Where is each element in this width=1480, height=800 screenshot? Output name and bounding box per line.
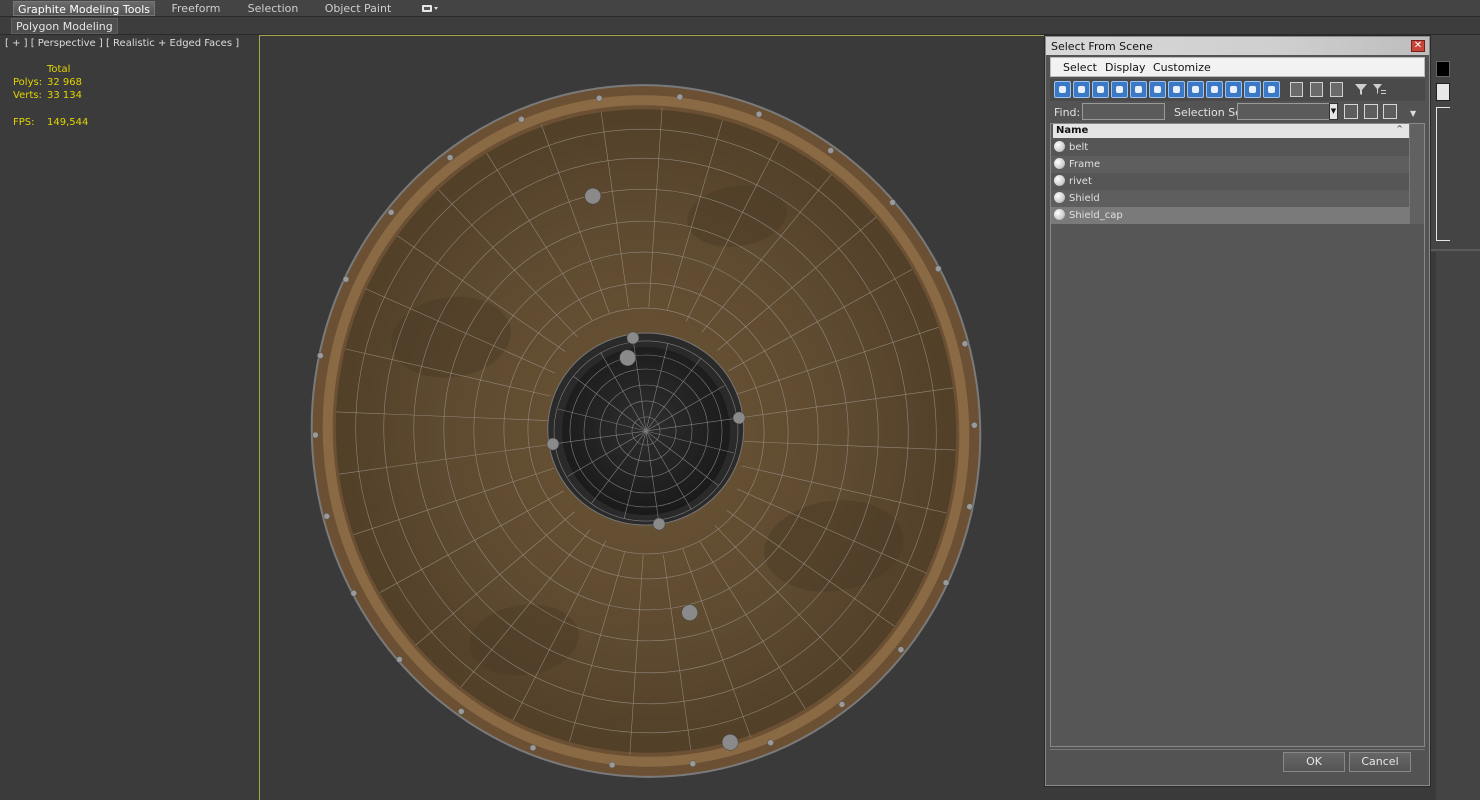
tab-freeform[interactable]: Freeform — [160, 1, 232, 16]
shapes-filter-icon[interactable] — [1073, 81, 1090, 98]
dialog-title: Select From Scene — [1051, 40, 1153, 53]
select-from-scene-dialog: Select From Scene ✕ Select Display Custo… — [1045, 36, 1430, 786]
list-item[interactable]: belt — [1051, 139, 1409, 156]
containers-filter-icon[interactable] — [1225, 81, 1242, 98]
select-all-icon[interactable] — [1290, 82, 1303, 97]
ribbon-tab-bar: Graphite Modeling Tools Freeform Selecti… — [0, 0, 1480, 17]
modifier-stack[interactable] — [1436, 107, 1450, 241]
tab-object-paint[interactable]: Object Paint — [316, 1, 400, 16]
delete-selection-set-icon[interactable] — [1383, 104, 1397, 119]
edit-selection-set-icon[interactable] — [1364, 104, 1378, 119]
frozen-filter-icon[interactable] — [1244, 81, 1261, 98]
list-item[interactable]: Frame — [1051, 156, 1409, 173]
dialog-menubar: Select Display Customize — [1050, 57, 1425, 77]
filter-icon[interactable] — [1354, 82, 1368, 96]
chevron-down-icon[interactable]: ▼ — [1329, 103, 1338, 120]
cancel-button[interactable]: Cancel — [1349, 752, 1411, 772]
groups-filter-icon[interactable] — [1168, 81, 1185, 98]
viewport-label[interactable]: [ + ] [ Perspective ] [ Realistic + Edge… — [5, 38, 239, 49]
find-label: Find: — [1054, 106, 1081, 119]
polys-label: Polys: — [13, 77, 43, 88]
polys-value: 32 968 — [47, 77, 82, 88]
dialog-separator — [1050, 749, 1425, 750]
object-name: Shield_cap — [1069, 210, 1123, 221]
menu-select[interactable]: Select — [1063, 61, 1097, 74]
polygon-modeling-button[interactable]: Polygon Modeling — [11, 18, 118, 34]
name-column-header[interactable]: Name ^ — [1053, 124, 1409, 138]
stats-total-header: Total — [47, 64, 71, 75]
object-name: rivet — [1069, 176, 1092, 187]
panel-rollout — [1430, 252, 1436, 800]
menu-customize[interactable]: Customize — [1153, 61, 1211, 74]
geometry-object-icon — [1054, 158, 1065, 169]
verts-label: Verts: — [13, 90, 42, 101]
selection-set-combo[interactable] — [1237, 103, 1337, 120]
find-row: Find: Selection Set: ▼ ▼ — [1050, 102, 1425, 122]
geometry-filter-icon[interactable] — [1054, 81, 1071, 98]
cameras-filter-icon[interactable] — [1111, 81, 1128, 98]
dialog-toolbar — [1050, 79, 1425, 101]
hidden-filter-icon[interactable] — [1263, 81, 1280, 98]
geometry-object-icon — [1054, 175, 1065, 186]
find-input[interactable] — [1082, 103, 1165, 120]
verts-value: 33 134 — [47, 90, 82, 101]
ribbon-panel: Polygon Modeling — [0, 17, 1480, 35]
command-panel — [1430, 35, 1480, 800]
filter-options-icon[interactable] — [1372, 82, 1386, 96]
fps-value: 149,544 — [47, 117, 89, 128]
object-name: belt — [1069, 142, 1089, 153]
list-item[interactable]: Shield_cap — [1051, 207, 1409, 224]
list-scrollbar[interactable] — [1409, 124, 1424, 224]
fps-label: FPS: — [13, 117, 35, 128]
select-invert-icon[interactable] — [1330, 82, 1343, 97]
select-none-icon[interactable] — [1310, 82, 1323, 97]
perspective-viewport[interactable] — [259, 35, 1045, 800]
toolbar-overflow-icon[interactable]: ▼ — [1410, 109, 1416, 118]
sort-arrow-icon: ^ — [1396, 124, 1403, 133]
dialog-titlebar[interactable]: Select From Scene ✕ — [1046, 37, 1429, 55]
shield-model — [310, 84, 982, 778]
helpers-filter-icon[interactable] — [1130, 81, 1147, 98]
geometry-object-icon — [1054, 209, 1065, 220]
lights-filter-icon[interactable] — [1092, 81, 1109, 98]
geometry-object-icon — [1054, 192, 1065, 203]
object-list[interactable]: Name ^ belt Frame rivet Shield Shield_ca… — [1050, 123, 1425, 747]
color-swatch[interactable] — [1436, 61, 1450, 77]
xrefs-filter-icon[interactable] — [1187, 81, 1204, 98]
panel-divider — [1430, 249, 1480, 251]
list-item[interactable]: Shield — [1051, 190, 1409, 207]
modifier-list-dropdown[interactable] — [1436, 83, 1450, 101]
space-warps-filter-icon[interactable] — [1149, 81, 1166, 98]
ribbon-options-icon[interactable] — [421, 3, 439, 14]
menu-display[interactable]: Display — [1105, 61, 1146, 74]
list-item[interactable]: rivet — [1051, 173, 1409, 190]
stats-panel: [ + ] [ Perspective ] [ Realistic + Edge… — [0, 35, 259, 800]
close-icon[interactable]: ✕ — [1411, 40, 1425, 52]
object-name: Shield — [1069, 193, 1100, 204]
object-name: Frame — [1069, 159, 1101, 170]
column-header-label: Name — [1056, 125, 1089, 136]
ok-button[interactable]: OK — [1283, 752, 1345, 772]
tab-selection[interactable]: Selection — [240, 1, 306, 16]
create-selection-set-icon[interactable] — [1344, 104, 1358, 119]
bones-filter-icon[interactable] — [1206, 81, 1223, 98]
tab-graphite-modeling-tools[interactable]: Graphite Modeling Tools — [13, 1, 155, 16]
geometry-object-icon — [1054, 141, 1065, 152]
